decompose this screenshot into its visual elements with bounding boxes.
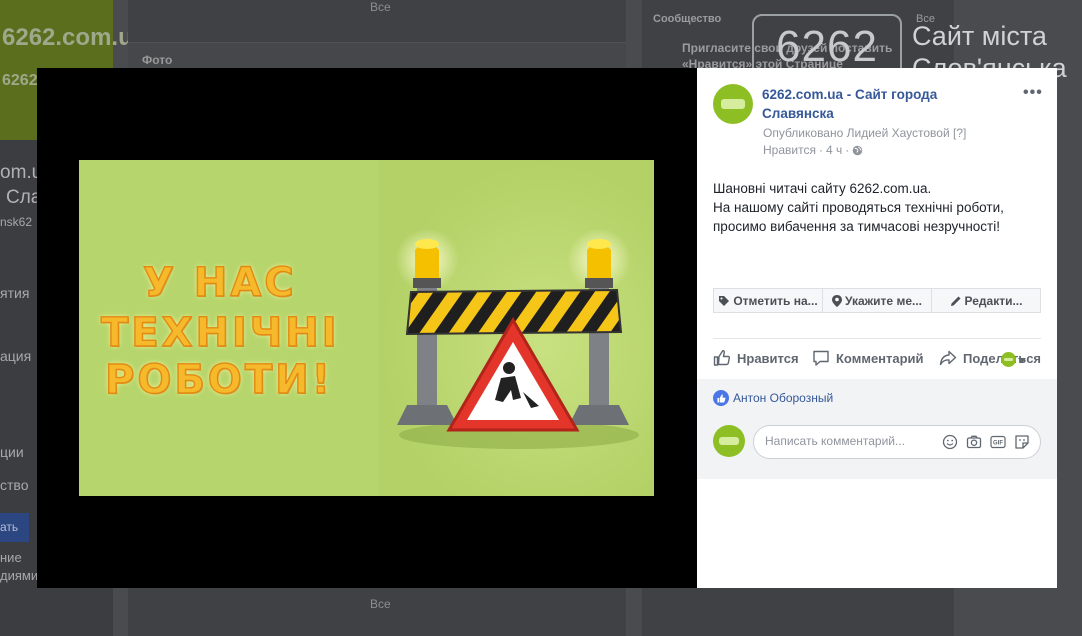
- thumbs-up-icon: [713, 349, 731, 366]
- gif-icon[interactable]: GIF: [990, 434, 1006, 450]
- comment-icon: [813, 350, 829, 366]
- background-community-title: Сообщество: [653, 13, 722, 25]
- background-username: nsk62: [0, 215, 33, 229]
- photo-tag-bar: Отметить на... Укажите ме... Редакти...: [713, 288, 1041, 313]
- post-time[interactable]: 4 ч: [826, 143, 842, 157]
- edit-button[interactable]: Редакти...: [932, 289, 1040, 312]
- background-nav-item: ация: [0, 348, 32, 364]
- more-dots-icon[interactable]: •••: [1023, 84, 1043, 102]
- tag-photo-label: Отметить на...: [733, 293, 818, 308]
- background-all-link: Все: [370, 0, 391, 14]
- share-arrow-icon: [939, 350, 957, 366]
- background-all-link-bottom: Все: [370, 597, 391, 611]
- post-side-panel: 6262.com.ua - Сайт города Славянска ••• …: [697, 68, 1057, 588]
- page-name-link[interactable]: 6262.com.ua - Сайт города Славянска: [762, 85, 992, 123]
- background-footer-2: диями: [0, 568, 39, 583]
- photo-text-line-1: У НАС: [142, 259, 297, 306]
- tag-icon: [719, 295, 730, 306]
- background-footer-1: ние: [0, 550, 22, 565]
- sticker-icon[interactable]: [1014, 434, 1030, 450]
- likes-row: Антон Оборозный: [713, 390, 833, 406]
- background-photo-title: Фото: [142, 53, 173, 67]
- comment-button[interactable]: Комментарий: [812, 349, 924, 367]
- svg-text:GIF: GIF: [993, 441, 1003, 447]
- emoji-icon[interactable]: [942, 434, 958, 450]
- liked-by-name[interactable]: Антон Оборозный: [733, 391, 833, 405]
- comment-input[interactable]: [763, 433, 937, 449]
- edit-label: Редакти...: [964, 293, 1023, 308]
- published-by-text: Опубликовано Лидией Хаустовой: [763, 126, 950, 140]
- like-button[interactable]: Нравится: [713, 349, 799, 367]
- watermark-line-1: Сайт міста: [912, 21, 1047, 51]
- post-actions: Нравится Комментарий Поделиться: [713, 349, 1043, 369]
- comment-attach-icons: GIF: [942, 434, 1030, 450]
- photo-text-line-2: ТЕХНІЧНІ: [100, 309, 340, 356]
- meta-like-link[interactable]: Нравится: [763, 143, 816, 157]
- post-text: Шановні читачі сайту 6262.com.ua. На наш…: [713, 179, 1043, 236]
- divider: [713, 338, 1041, 339]
- post-photo[interactable]: У НАС ТЕХНІЧНІ РОБОТИ!: [79, 160, 654, 496]
- camera-icon[interactable]: [966, 434, 982, 450]
- comment-box: GIF: [753, 425, 1041, 459]
- background-logo-text: 6262.com.ua: [2, 24, 147, 51]
- help-mark[interactable]: [?]: [953, 126, 966, 140]
- add-location-button[interactable]: Укажите ме...: [823, 289, 932, 312]
- like-label: Нравится: [737, 350, 799, 366]
- background-nav-item: ство: [0, 477, 29, 493]
- post-meta-row: Нравится · 4 ч ·: [763, 143, 863, 157]
- photo-viewer-modal: У НАС ТЕХНІЧНІ РОБОТИ! 6262.com.ua - Сай…: [37, 68, 1057, 588]
- post-text-line: Шановні читачі сайту 6262.com.ua.: [713, 181, 932, 196]
- add-location-label: Укажите ме...: [844, 293, 922, 308]
- pencil-icon: [950, 296, 961, 306]
- background-logo-sub: 6262: [2, 72, 38, 89]
- photo-text-line-3: РОБОТИ!: [104, 356, 333, 403]
- page-avatar[interactable]: [713, 84, 753, 124]
- road-barrier-illustration: [395, 230, 639, 449]
- like-badge-icon: [713, 390, 729, 406]
- background-nav-item: ции: [0, 444, 24, 460]
- globe-icon: [852, 145, 863, 155]
- comment-label: Комментарий: [836, 350, 924, 366]
- post-text-line: просимо вибачення за тимчасові незручнос…: [713, 219, 1000, 234]
- location-pin-icon: [831, 294, 842, 307]
- share-as-page-avatar[interactable]: [1001, 352, 1016, 367]
- published-by: Опубликовано Лидией Хаустовой [?]: [763, 126, 966, 140]
- caret-down-icon[interactable]: [1018, 358, 1026, 363]
- tag-photo-button[interactable]: Отметить на...: [714, 289, 823, 312]
- post-text-line: На нашому сайті проводяться технічні роб…: [713, 200, 1004, 215]
- background-nav-item: ятия: [0, 285, 30, 301]
- background-button: ать: [0, 513, 29, 542]
- commenter-avatar: [713, 425, 745, 457]
